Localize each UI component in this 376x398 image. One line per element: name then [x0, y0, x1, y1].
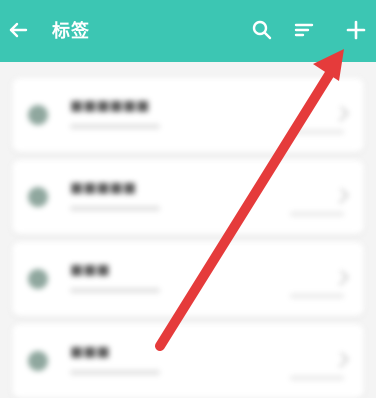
tag-name: ■■■ — [70, 262, 110, 278]
page-title: 标签 — [52, 21, 90, 42]
tag-name: ■■■■■■ — [70, 98, 150, 114]
tag-color-dot — [28, 269, 48, 289]
plus-icon[interactable] — [340, 14, 372, 46]
tag-card[interactable]: ■■■■■ — [12, 160, 364, 234]
tag-meta-line — [290, 294, 344, 298]
chevron-right-icon — [333, 352, 349, 368]
tag-meta-line — [290, 212, 344, 216]
chevron-right-icon — [333, 270, 349, 286]
tag-meta-line — [290, 376, 344, 380]
tag-meta-line — [290, 130, 344, 134]
tag-card[interactable]: ■■■■■■ — [12, 78, 364, 152]
tag-list: ■■■■■■ ■■■■■ ■■■ ■■■ — [0, 62, 376, 398]
back-arrow-icon[interactable] — [2, 14, 34, 46]
chevron-right-icon — [333, 106, 349, 122]
tag-card[interactable]: ■■■ — [12, 242, 364, 316]
tag-subline — [70, 206, 160, 211]
top-app-bar: 标签 — [0, 0, 376, 62]
tag-subline — [70, 124, 160, 129]
tag-color-dot — [28, 351, 48, 371]
tag-name: ■■■■■ — [70, 180, 137, 196]
search-icon[interactable] — [246, 14, 278, 46]
chevron-right-icon — [333, 188, 349, 204]
tag-card[interactable]: ■■■ — [12, 324, 364, 398]
sort-icon[interactable] — [288, 14, 320, 46]
tag-color-dot — [28, 187, 48, 207]
tag-name: ■■■ — [70, 344, 110, 360]
tag-subline — [70, 288, 160, 293]
tag-color-dot — [28, 105, 48, 125]
